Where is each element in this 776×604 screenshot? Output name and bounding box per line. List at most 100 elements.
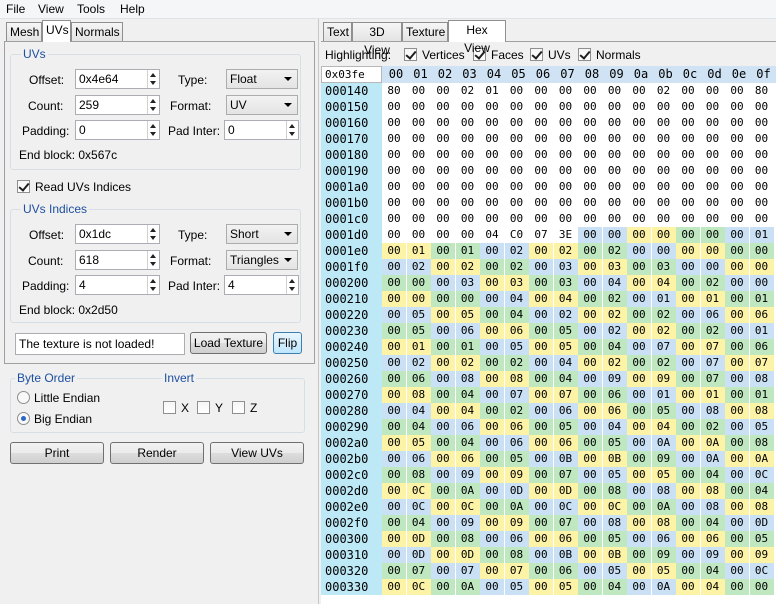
hex-byte[interactable]: 00 xyxy=(725,355,749,371)
hex-byte[interactable]: 00 xyxy=(578,211,602,227)
hex-byte[interactable]: 00 xyxy=(505,195,529,211)
idx-count-spinner[interactable]: 618 xyxy=(75,250,160,270)
hex-byte[interactable]: 00 xyxy=(725,499,749,515)
hex-byte[interactable]: 00 xyxy=(505,211,529,227)
hex-byte[interactable]: 00 xyxy=(431,163,455,179)
hex-byte[interactable]: 00 xyxy=(431,339,455,355)
hex-byte[interactable]: 00 xyxy=(676,243,700,259)
hex-byte[interactable]: 0A xyxy=(651,499,676,515)
hex-byte[interactable]: 00 xyxy=(701,211,725,227)
read-indices-checkbox[interactable] xyxy=(17,180,30,193)
hex-byte[interactable]: 00 xyxy=(652,115,676,131)
hex-byte[interactable]: 00 xyxy=(651,243,676,259)
hex-byte[interactable]: 00 xyxy=(749,243,774,259)
hex-byte[interactable]: 08 xyxy=(602,483,627,499)
hex-byte[interactable]: 00 xyxy=(431,579,455,595)
hex-byte[interactable]: 00 xyxy=(578,499,602,515)
hex-byte[interactable]: 00 xyxy=(676,323,700,339)
hex-byte[interactable]: 00 xyxy=(578,467,602,483)
hex-byte[interactable]: 08 xyxy=(504,371,529,387)
hex-byte[interactable]: 00 xyxy=(382,547,406,563)
hex-byte[interactable]: 00 xyxy=(725,563,749,579)
hex-byte[interactable]: 00 xyxy=(382,579,406,595)
hex-byte[interactable]: 00 xyxy=(651,227,676,243)
hex-byte[interactable]: 05 xyxy=(602,467,627,483)
hex-byte[interactable]: 05 xyxy=(406,435,431,451)
hex-byte[interactable]: 00 xyxy=(431,195,455,211)
hex-byte[interactable]: 00 xyxy=(725,275,749,291)
hex-byte[interactable]: 00 xyxy=(382,147,406,163)
hex-byte[interactable]: 00 xyxy=(431,291,455,307)
hex-byte[interactable]: 00 xyxy=(676,531,700,547)
hex-byte[interactable]: 00 xyxy=(529,547,553,563)
hex-byte[interactable]: 09 xyxy=(651,547,676,563)
hex-byte[interactable]: 00 xyxy=(750,131,774,147)
hex-byte[interactable]: 00 xyxy=(578,259,602,275)
hex-byte[interactable]: 00 xyxy=(578,243,602,259)
hex-byte[interactable]: 05 xyxy=(406,323,431,339)
hex-byte[interactable]: 00 xyxy=(578,339,602,355)
hex-byte[interactable]: 04 xyxy=(602,339,627,355)
hex-byte[interactable]: 00 xyxy=(382,339,406,355)
hex-byte[interactable]: 00 xyxy=(529,99,553,115)
hex-byte[interactable]: 03 xyxy=(553,275,578,291)
hex-byte[interactable]: 00 xyxy=(676,307,700,323)
hex-byte[interactable]: 02 xyxy=(504,403,529,419)
hex-byte[interactable]: 00 xyxy=(456,99,480,115)
hex-byte[interactable]: 08 xyxy=(406,467,431,483)
hex-byte[interactable]: 00 xyxy=(627,275,651,291)
hex-byte[interactable]: 00 xyxy=(627,499,651,515)
hex-byte[interactable]: 07 xyxy=(529,227,553,243)
hex-byte[interactable]: 00 xyxy=(480,339,504,355)
hex-byte[interactable]: 00 xyxy=(578,547,602,563)
hex-byte[interactable]: 00 xyxy=(529,355,553,371)
hex-byte[interactable]: 00 xyxy=(480,483,504,499)
hex-byte[interactable]: 08 xyxy=(700,483,725,499)
hex-byte[interactable]: 00 xyxy=(431,483,455,499)
hex-byte[interactable]: 00 xyxy=(627,387,651,403)
hex-byte[interactable]: 00 xyxy=(407,163,431,179)
hex-byte[interactable]: 00 xyxy=(578,323,602,339)
hex-byte[interactable]: 05 xyxy=(602,531,627,547)
hex-view[interactable]: 0x03fe 00 01 02 03 04 05 06 07 08 09 0a 0b 0c 0d 0e 0f … xyxy=(321,66,776,604)
hex-byte[interactable]: 00 xyxy=(676,547,700,563)
hex-byte[interactable]: 00 xyxy=(627,355,651,371)
hex-byte[interactable]: 00 xyxy=(480,195,504,211)
hex-byte[interactable]: 0C xyxy=(749,467,774,483)
hex-byte[interactable]: 00 xyxy=(627,515,651,531)
hex-byte[interactable]: 04 xyxy=(553,355,578,371)
hex-byte[interactable]: 00 xyxy=(750,195,774,211)
hex-byte[interactable]: 04 xyxy=(651,275,676,291)
hex-byte[interactable]: 04 xyxy=(700,467,725,483)
hex-byte[interactable]: 00 xyxy=(725,547,749,563)
hex-byte[interactable]: 00 xyxy=(676,131,700,147)
hex-byte[interactable]: 0D xyxy=(504,483,529,499)
hex-byte[interactable]: 05 xyxy=(602,563,627,579)
hex-byte[interactable]: 07 xyxy=(700,371,725,387)
hex-byte[interactable]: 00 xyxy=(725,307,749,323)
hex-byte[interactable]: 00 xyxy=(431,307,455,323)
hex-byte[interactable]: 00 xyxy=(627,83,651,99)
hex-byte[interactable]: 08 xyxy=(406,387,431,403)
hex-byte[interactable]: 06 xyxy=(553,403,578,419)
hex-byte[interactable]: 04 xyxy=(455,403,480,419)
hex-byte[interactable]: 00 xyxy=(725,419,749,435)
hex-byte[interactable]: 00 xyxy=(676,339,700,355)
hex-byte[interactable]: 00 xyxy=(529,195,553,211)
hex-byte[interactable]: 04 xyxy=(504,291,529,307)
hex-byte[interactable]: 00 xyxy=(725,323,749,339)
invert-x-checkbox[interactable] xyxy=(163,401,176,414)
hex-byte[interactable]: 00 xyxy=(627,179,651,195)
hex-byte[interactable]: 00 xyxy=(480,259,504,275)
hex-byte[interactable]: 00 xyxy=(578,83,602,99)
hex-byte[interactable]: 00 xyxy=(750,115,774,131)
hex-byte[interactable]: 02 xyxy=(504,243,529,259)
hex-byte[interactable]: 00 xyxy=(431,243,455,259)
hex-byte[interactable]: 00 xyxy=(456,131,480,147)
hex-byte[interactable]: 00 xyxy=(480,371,504,387)
hex-byte[interactable]: 00 xyxy=(652,131,676,147)
hex-byte[interactable]: 03 xyxy=(651,259,676,275)
hex-byte[interactable]: 00 xyxy=(603,195,627,211)
hex-byte[interactable]: 00 xyxy=(750,179,774,195)
hex-byte[interactable]: 00 xyxy=(700,227,725,243)
